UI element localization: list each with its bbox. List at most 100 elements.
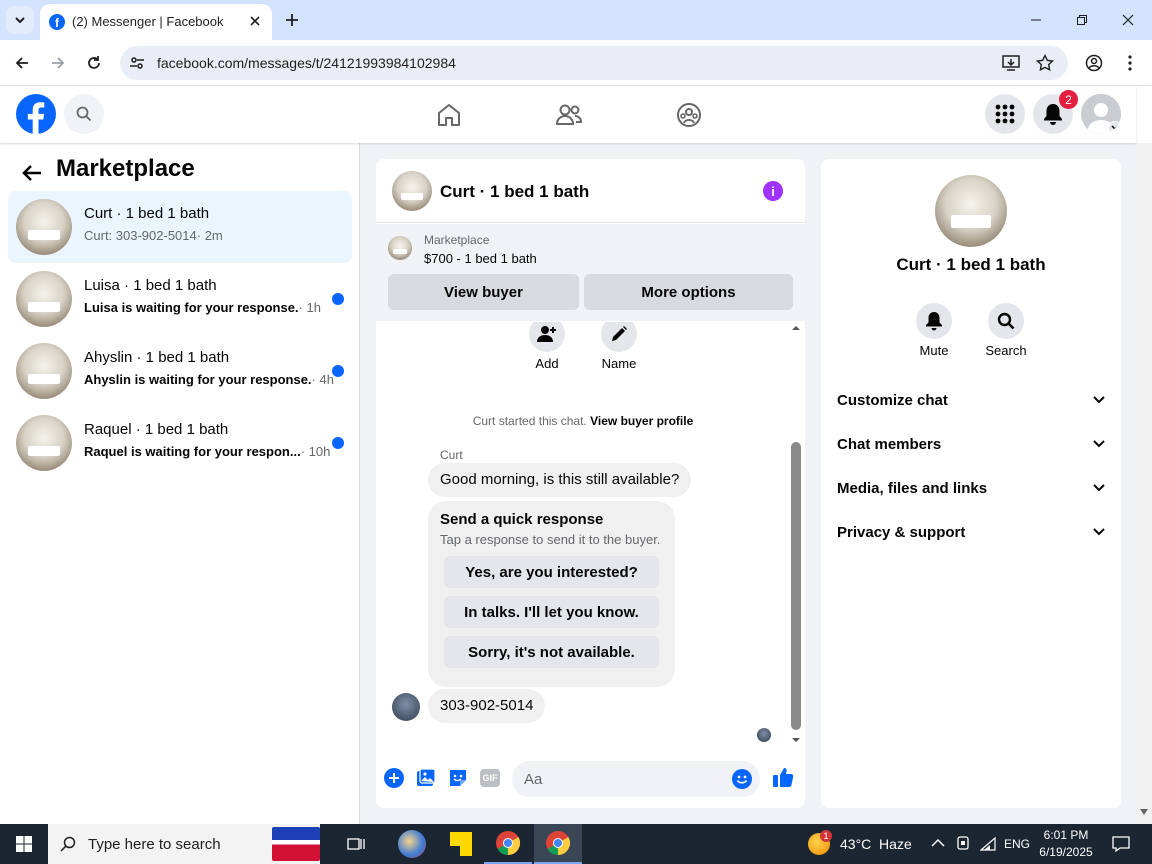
account-dropdown-badge[interactable] — [1108, 121, 1121, 134]
chrome-profile-taskbar-icon[interactable] — [534, 824, 582, 864]
clock-date: 6/19/2025 — [1039, 845, 1093, 859]
scroll-up-icon[interactable] — [791, 324, 801, 332]
more-options-button[interactable]: More options — [584, 274, 793, 310]
weather-icon[interactable]: 1 — [808, 830, 832, 855]
network-device-icon[interactable] — [956, 836, 970, 852]
conversation-item[interactable]: Ahyslin · 1 bed 1 bath Ahyslin is waitin… — [8, 335, 352, 407]
photo-icon[interactable] — [416, 768, 436, 788]
scroll-down-icon[interactable] — [1140, 809, 1148, 815]
info-avatar[interactable] — [935, 175, 1007, 247]
chrome-menu-button[interactable] — [1116, 49, 1144, 77]
conversation-name: Ahyslin · 1 bed 1 bath — [84, 349, 230, 366]
page-scrollbar[interactable] — [1136, 143, 1152, 824]
chat-avatar[interactable] — [392, 171, 432, 211]
message-bubble[interactable]: Good morning, is this still available? — [428, 463, 692, 497]
nav-home[interactable] — [424, 90, 474, 140]
quick-response-button[interactable]: Yes, are you interested? — [444, 556, 659, 588]
sticky-notes-icon[interactable] — [450, 832, 472, 856]
address-bar[interactable]: facebook.com/messages/t/2412199398410298… — [120, 46, 1068, 80]
chevron-up-icon[interactable] — [931, 838, 945, 848]
wifi-icon[interactable] — [980, 836, 996, 852]
scrollbar-thumb[interactable] — [791, 442, 801, 730]
conversation-item[interactable]: Raquel · 1 bed 1 bath Raquel is waiting … — [8, 407, 352, 479]
taskbar-search-box[interactable]: Type here to search — [48, 824, 320, 864]
message-input[interactable]: Aa — [512, 761, 760, 797]
conversation-name: Curt · 1 bed 1 bath — [84, 205, 210, 222]
quick-response-button[interactable]: In talks. I'll let you know. — [444, 596, 659, 628]
gif-icon[interactable]: GIF — [480, 769, 500, 787]
search-icon — [60, 836, 76, 852]
close-icon — [1122, 14, 1134, 26]
install-app-icon[interactable] — [1002, 54, 1020, 72]
paint-app-icon[interactable] — [398, 830, 426, 858]
browser-tab[interactable]: f (2) Messenger | Facebook — [40, 4, 272, 40]
input-language[interactable]: ENG — [1004, 837, 1030, 851]
sidebar-title: Marketplace — [56, 155, 195, 182]
conversation-item[interactable]: Curt · 1 bed 1 bath Curt: 303-902-5014· … — [8, 191, 352, 263]
reload-button[interactable] — [80, 49, 108, 77]
conversation-preview: Raquel is waiting for your respon...· 10… — [84, 444, 330, 459]
emoji-icon[interactable] — [732, 769, 752, 789]
chat-members-section[interactable]: Chat members — [837, 422, 1105, 466]
privacy-support-section[interactable]: Privacy & support — [837, 510, 1105, 554]
view-buyer-profile-link[interactable]: View buyer profile — [590, 414, 693, 428]
start-button[interactable] — [0, 824, 48, 864]
search-in-conversation-button[interactable] — [988, 303, 1024, 339]
chevron-down-icon — [15, 17, 25, 24]
listing-thumbnail — [16, 271, 72, 327]
profile-button[interactable] — [1080, 49, 1108, 77]
chrome-taskbar-icon[interactable] — [484, 824, 532, 864]
notification-center-icon[interactable] — [1112, 836, 1130, 852]
back-button[interactable] — [18, 159, 46, 187]
back-button[interactable] — [8, 49, 36, 77]
account-avatar[interactable] — [1081, 94, 1121, 134]
media-files-links-section[interactable]: Media, files and links — [837, 466, 1105, 510]
system-clock[interactable]: 6:01 PM 6/19/2025 — [1036, 827, 1096, 861]
search-button[interactable] — [64, 94, 104, 134]
tab-close-button[interactable] — [244, 10, 266, 32]
chevron-down-icon — [1093, 528, 1105, 536]
message-bubble[interactable]: 303-902-5014 — [428, 689, 546, 723]
customize-chat-section[interactable]: Customize chat — [837, 378, 1105, 422]
plus-circle-icon[interactable] — [384, 768, 404, 788]
add-person-button[interactable] — [529, 322, 565, 352]
conversation-item[interactable]: Luisa · 1 bed 1 bath Luisa is waiting fo… — [8, 263, 352, 335]
search-label: Search — [985, 343, 1027, 358]
unread-dot — [332, 293, 344, 305]
arrow-left-icon — [22, 165, 41, 181]
weather-text[interactable]: 43°C Haze — [840, 836, 912, 852]
info-name: Curt · 1 bed 1 bath — [896, 255, 1046, 274]
facebook-logo[interactable] — [16, 94, 56, 134]
view-buyer-button[interactable]: View buyer — [388, 274, 579, 310]
search-highlight-icon[interactable] — [272, 827, 320, 861]
groups-icon — [677, 103, 701, 127]
thumbs-up-icon[interactable] — [772, 766, 794, 788]
message-list: Add Name Curt started this chat. View bu… — [376, 322, 805, 752]
notifications-button[interactable]: 2 — [1033, 90, 1078, 134]
restore-button[interactable] — [1068, 6, 1096, 34]
scroll-down-icon[interactable] — [791, 736, 801, 744]
sender-avatar[interactable] — [392, 693, 420, 721]
listing-title[interactable]: $700 - 1 bed 1 bath — [424, 251, 537, 266]
edit-name-button[interactable] — [601, 322, 637, 352]
forward-button[interactable] — [44, 49, 72, 77]
sticker-icon[interactable] — [448, 768, 468, 788]
nav-friends[interactable] — [544, 90, 594, 140]
site-settings-icon[interactable] — [129, 55, 145, 71]
message-scrollbar[interactable] — [791, 322, 801, 752]
mute-button[interactable] — [916, 303, 952, 339]
new-tab-button[interactable] — [278, 6, 306, 34]
chat-title[interactable]: Curt · 1 bed 1 bath — [440, 182, 589, 202]
task-view-button[interactable] — [344, 832, 368, 856]
menu-button[interactable] — [985, 94, 1025, 134]
tab-search-button[interactable] — [6, 6, 34, 34]
close-window-button[interactable] — [1114, 6, 1142, 34]
listing-thumbnail — [388, 236, 412, 260]
nav-groups[interactable] — [664, 90, 714, 140]
section-label: Chat members — [837, 435, 942, 453]
bookmark-star-icon[interactable] — [1036, 54, 1054, 72]
info-icon[interactable]: i — [763, 181, 783, 201]
minimize-button[interactable] — [1022, 6, 1050, 34]
quick-response-button[interactable]: Sorry, it's not available. — [444, 636, 659, 668]
chevron-down-icon — [1093, 484, 1105, 492]
